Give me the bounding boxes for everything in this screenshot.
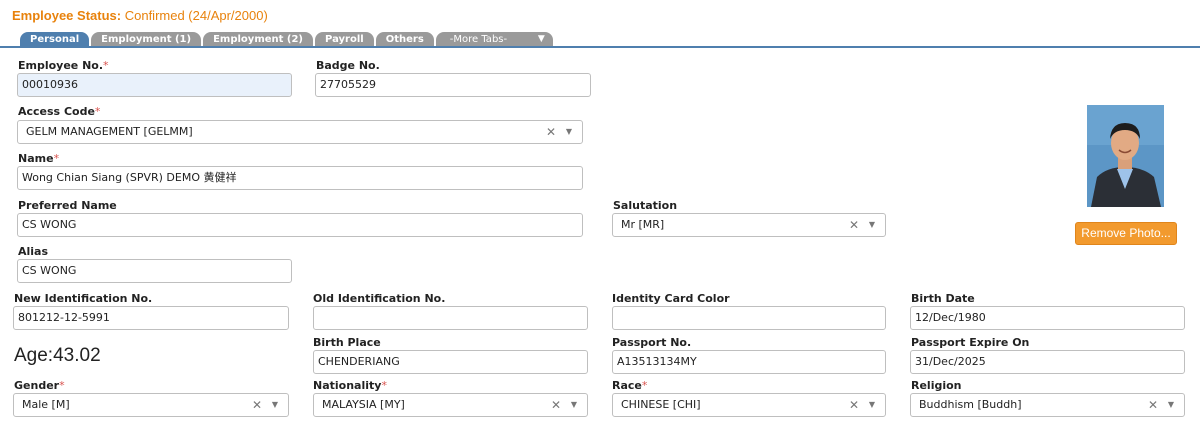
employee-status-label: Employee Status: <box>12 8 122 23</box>
preferred-name-label: Preferred Name <box>18 199 117 212</box>
religion-label: Religion <box>911 379 962 392</box>
new-ic-field[interactable]: 801212-12-5991 <box>13 306 289 330</box>
birth-place-field[interactable]: CHENDERIANG <box>313 350 588 374</box>
ic-color-field[interactable] <box>612 306 886 330</box>
clear-icon[interactable]: ✕ <box>252 394 262 416</box>
employee-no-label: Employee No.* <box>18 59 109 72</box>
salutation-label: Salutation <box>613 199 678 212</box>
badge-no-field[interactable]: 27705529 <box>315 73 591 97</box>
age-display: Age:43.02 <box>14 345 101 366</box>
badge-no-label: Badge No. <box>316 59 380 72</box>
old-ic-field[interactable] <box>313 306 588 330</box>
employee-status-value: Confirmed (24/Apr/2000) <box>124 8 268 23</box>
nationality-label: Nationality* <box>313 379 387 392</box>
gender-label: Gender* <box>14 379 65 392</box>
nationality-select[interactable]: MALAYSIA [MY] ✕ ▼ <box>313 393 588 417</box>
caret-down-icon[interactable]: ▼ <box>1168 394 1174 416</box>
birth-date-label: Birth Date <box>911 292 975 305</box>
passport-expire-field[interactable]: 31/Dec/2025 <box>910 350 1185 374</box>
preferred-name-field[interactable]: CS WONG <box>17 213 583 237</box>
passport-no-label: Passport No. <box>612 336 692 349</box>
alias-field[interactable]: CS WONG <box>17 259 292 283</box>
clear-icon[interactable]: ✕ <box>849 394 859 416</box>
race-select[interactable]: CHINESE [CHI] ✕ ▼ <box>612 393 886 417</box>
tab-others[interactable]: Others <box>375 32 434 47</box>
passport-expire-label: Passport Expire On <box>911 336 1030 349</box>
birth-date-field[interactable]: 12/Dec/1980 <box>910 306 1185 330</box>
caret-down-icon[interactable]: ▼ <box>869 214 875 236</box>
chevron-down-icon: ▼ <box>537 34 545 44</box>
old-ic-label: Old Identification No. <box>313 292 446 305</box>
tab-employment-2[interactable]: Employment (2) <box>203 32 314 47</box>
clear-icon[interactable]: ✕ <box>551 394 561 416</box>
clear-icon[interactable]: ✕ <box>546 121 556 143</box>
tab-employment-1[interactable]: Employment (1) <box>91 32 202 47</box>
new-ic-label: New Identification No. <box>14 292 153 305</box>
remove-photo-button[interactable]: Remove Photo... <box>1075 222 1177 245</box>
alias-label: Alias <box>18 245 49 258</box>
caret-down-icon[interactable]: ▼ <box>869 394 875 416</box>
access-code-select[interactable]: GELM MANAGEMENT [GELMM] ✕ ▼ <box>17 120 583 144</box>
employee-photo <box>1087 105 1164 207</box>
tab-personal[interactable]: Personal <box>20 32 90 47</box>
passport-no-field[interactable]: A13513134MY <box>612 350 886 374</box>
employee-status: Employee Status: Confirmed (24/Apr/2000) <box>12 8 268 23</box>
caret-down-icon[interactable]: ▼ <box>566 121 572 143</box>
name-label: Name* <box>18 152 60 165</box>
tab-bar: Personal Employment (1) Employment (2) P… <box>20 32 555 47</box>
tab-underline <box>0 46 1200 48</box>
salutation-select[interactable]: Mr [MR] ✕ ▼ <box>612 213 886 237</box>
employee-no-field[interactable]: 00010936 <box>17 73 292 97</box>
person-portrait-icon <box>1087 105 1164 207</box>
tab-payroll[interactable]: Payroll <box>315 32 374 47</box>
birth-place-label: Birth Place <box>313 336 381 349</box>
caret-down-icon[interactable]: ▼ <box>272 394 278 416</box>
ic-color-label: Identity Card Color <box>612 292 730 305</box>
access-code-label: Access Code* <box>18 105 101 118</box>
name-field[interactable]: Wong Chian Siang (SPVR) DEMO 黄健祥 <box>17 166 583 190</box>
religion-select[interactable]: Buddhism [Buddh] ✕ ▼ <box>910 393 1185 417</box>
clear-icon[interactable]: ✕ <box>849 214 859 236</box>
access-code-value: GELM MANAGEMENT [GELMM] <box>26 125 193 138</box>
more-tabs-label: -More Tabs- <box>449 34 508 45</box>
gender-select[interactable]: Male [M] ✕ ▼ <box>13 393 289 417</box>
salutation-value: Mr [MR] <box>621 218 665 231</box>
gender-value: Male [M] <box>22 398 70 411</box>
race-value: CHINESE [CHI] <box>621 398 701 411</box>
race-label: Race* <box>612 379 648 392</box>
tab-more-tabs-dropdown[interactable]: -More Tabs- ▼ <box>435 32 553 47</box>
caret-down-icon[interactable]: ▼ <box>571 394 577 416</box>
clear-icon[interactable]: ✕ <box>1148 394 1158 416</box>
nationality-value: MALAYSIA [MY] <box>322 398 405 411</box>
religion-value: Buddhism [Buddh] <box>919 398 1022 411</box>
